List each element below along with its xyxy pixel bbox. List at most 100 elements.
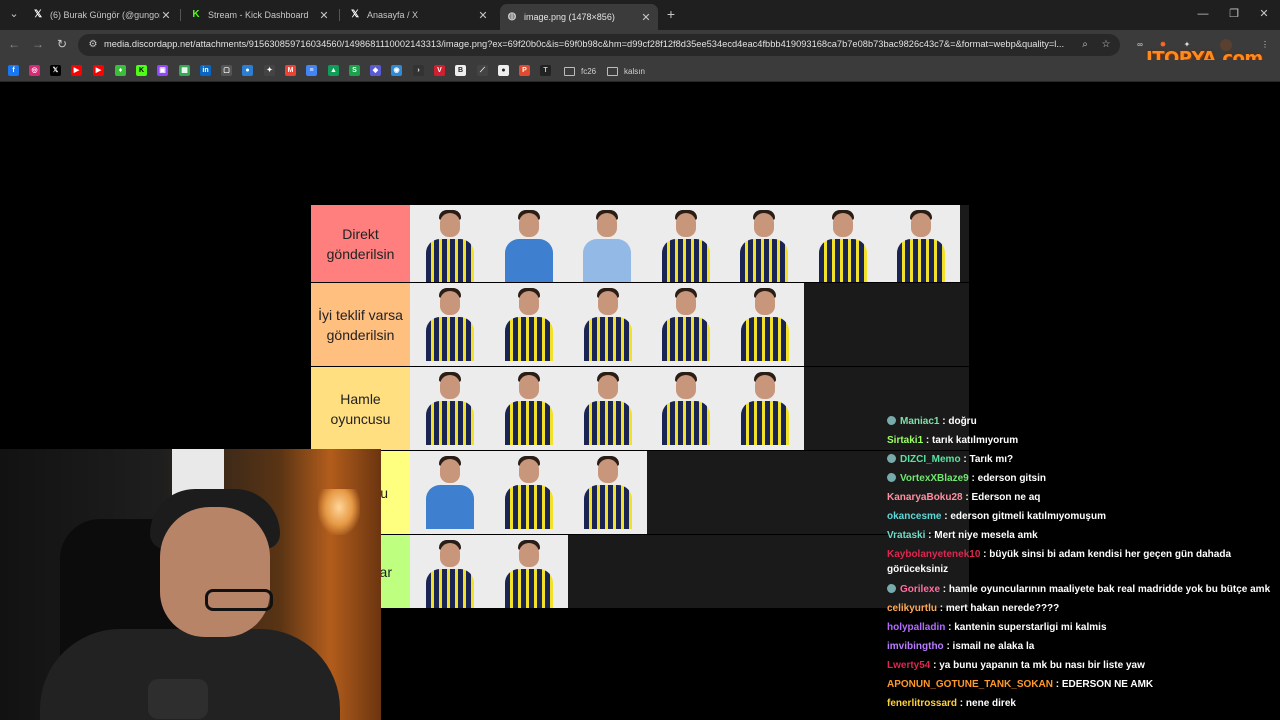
chat-badge-icon: [887, 473, 896, 482]
tier-label: İyi teklif varsa gönderilsin: [311, 283, 410, 366]
youtube-icon[interactable]: ▶: [93, 65, 104, 76]
leaf-icon[interactable]: ♦: [115, 65, 126, 76]
x-logo-icon[interactable]: 𝕏: [50, 65, 61, 76]
gmail-icon[interactable]: M: [285, 65, 296, 76]
url-text[interactable]: media.discordapp.net/attachments/9156308…: [104, 39, 1074, 49]
player-photo: [489, 451, 568, 534]
chat-username[interactable]: APONUN_GOTUNE_TANK_SOKAN: [887, 679, 1053, 690]
chat-username[interactable]: celikyurtlu: [887, 603, 937, 614]
facebook-icon[interactable]: f: [8, 65, 19, 76]
bookmark-icon[interactable]: ◉: [391, 65, 402, 76]
kick-logo-icon[interactable]: K: [136, 65, 147, 76]
chat-username[interactable]: Gorilexe: [900, 584, 940, 595]
player-body: [504, 317, 553, 361]
bookmark-star-icon[interactable]: ☆: [1099, 38, 1113, 52]
player-photo: [567, 205, 646, 282]
chat-username[interactable]: Vrataski: [887, 530, 925, 541]
chat-text: : ya bunu yapanın ta mk bu nası bir list…: [930, 660, 1145, 671]
player-head: [440, 291, 460, 315]
player-head: [755, 291, 776, 315]
instagram-icon[interactable]: ◎: [29, 65, 40, 76]
player-body: [662, 401, 711, 445]
tier-row: u: [311, 451, 969, 535]
player-body: [740, 239, 789, 282]
site-info-icon[interactable]: ⚙: [86, 38, 100, 52]
bookmark-folder-fc26[interactable]: fc26: [564, 64, 596, 78]
tier-players: [410, 283, 804, 366]
bookmark-icon[interactable]: S: [349, 65, 360, 76]
player-head: [676, 291, 697, 315]
player-head: [675, 213, 696, 237]
window-close-icon[interactable]: ✕: [1257, 6, 1271, 22]
player-body: [504, 401, 553, 445]
chat-username[interactable]: okancesme: [887, 511, 941, 522]
minimize-icon[interactable]: —: [1196, 6, 1210, 22]
player-body: [741, 317, 790, 361]
new-tab-icon[interactable]: +: [664, 6, 678, 22]
close-icon[interactable]: ✕: [160, 9, 172, 22]
bookmark-folder-kalsin[interactable]: kalsın: [607, 64, 645, 78]
bookmark-icon[interactable]: T: [540, 65, 551, 76]
sheets-icon[interactable]: ▦: [179, 65, 190, 76]
chat-message: Sirtaki1 : tarık katılmıyorum: [887, 433, 1018, 448]
chat-username[interactable]: KanaryaBoku28: [887, 492, 963, 503]
chat-username[interactable]: Lwerty54: [887, 660, 930, 671]
bookmark-icon[interactable]: ⟋: [477, 65, 488, 76]
bookmark-icon[interactable]: B: [455, 65, 466, 76]
tab-anasayfa-x[interactable]: 𝕏 Anasayfa / X ✕: [343, 4, 495, 26]
chat-username[interactable]: DIZCI_Memo: [900, 454, 961, 465]
tier-label: Direkt gönderilsin: [311, 205, 410, 282]
tab-kick-dashboard[interactable]: K Stream - Kick Dashboard ✕: [184, 4, 336, 26]
chat-username[interactable]: Kaybolanyetenek10: [887, 549, 980, 560]
player-head: [518, 291, 539, 315]
player-photo: [646, 205, 725, 282]
bookmark-icon[interactable]: ›: [413, 65, 424, 76]
zoom-search-icon[interactable]: ⌕: [1078, 38, 1092, 52]
address-bar[interactable]: ⚙ media.discordapp.net/attachments/91563…: [78, 34, 1120, 56]
tab-search-chevron-icon[interactable]: ⌄: [6, 6, 22, 22]
bookmark-icon[interactable]: ✦: [264, 65, 275, 76]
bookmark-icon[interactable]: ◆: [370, 65, 381, 76]
bookmark-icon[interactable]: ●: [498, 65, 509, 76]
bookmark-icon[interactable]: ▢: [221, 65, 232, 76]
bookmark-icon[interactable]: P: [519, 65, 530, 76]
tier-label: Hamle oyuncusu: [311, 367, 410, 450]
tab-separator: [339, 9, 340, 21]
tab-image-png[interactable]: ◍ image.png (1478×856) ✕: [500, 4, 658, 30]
chat-message: Vrataski : Mert niye mesela amk: [887, 528, 1038, 543]
tab-burak-gungor[interactable]: 𝕏 (6) Burak Güngör (@gungorbu ✕: [26, 4, 178, 26]
chat-message: KanaryaBoku28 : Ederson ne aq: [887, 490, 1040, 505]
player-photo: [724, 205, 803, 282]
bookmark-icon[interactable]: V: [434, 65, 445, 76]
reload-icon[interactable]: ↻: [54, 36, 70, 52]
drive-icon[interactable]: ▲: [328, 65, 339, 76]
bookmark-icon[interactable]: ●: [242, 65, 253, 76]
twitch-icon[interactable]: ▣: [157, 65, 168, 76]
close-icon[interactable]: ✕: [477, 9, 489, 22]
webcam-feed: [0, 449, 381, 720]
player-head: [440, 543, 460, 567]
forward-icon[interactable]: →: [30, 36, 46, 52]
chat-username[interactable]: Sirtaki1: [887, 435, 923, 446]
chat-username[interactable]: holypalladin: [887, 622, 945, 633]
player-body: [897, 239, 946, 282]
linkedin-icon[interactable]: in: [200, 65, 211, 76]
docs-icon[interactable]: ≡: [306, 65, 317, 76]
restore-icon[interactable]: ❐: [1227, 6, 1241, 22]
player-photo: [489, 367, 568, 450]
chat-username[interactable]: imvibingtho: [887, 641, 944, 652]
tab-title: Anasayfa / X: [367, 10, 419, 20]
close-icon[interactable]: ✕: [640, 11, 652, 24]
close-icon[interactable]: ✕: [318, 9, 330, 22]
back-icon[interactable]: ←: [6, 36, 22, 52]
chat-text: : nene direk: [957, 698, 1016, 709]
tier-row: İyi teklif varsa gönderilsin: [311, 283, 969, 367]
extension-icon[interactable]: ∞: [1134, 39, 1146, 51]
chat-username[interactable]: fenerlitrossard: [887, 698, 957, 709]
tier-row: ar: [311, 535, 969, 609]
player-head: [518, 375, 539, 399]
youtube-icon[interactable]: ▶: [71, 65, 82, 76]
chat-message: holypalladin : kantenin superstarligi mi…: [887, 620, 1107, 635]
chat-username[interactable]: VortexXBlaze9: [900, 473, 969, 484]
chat-username[interactable]: Maniac1: [900, 416, 939, 427]
